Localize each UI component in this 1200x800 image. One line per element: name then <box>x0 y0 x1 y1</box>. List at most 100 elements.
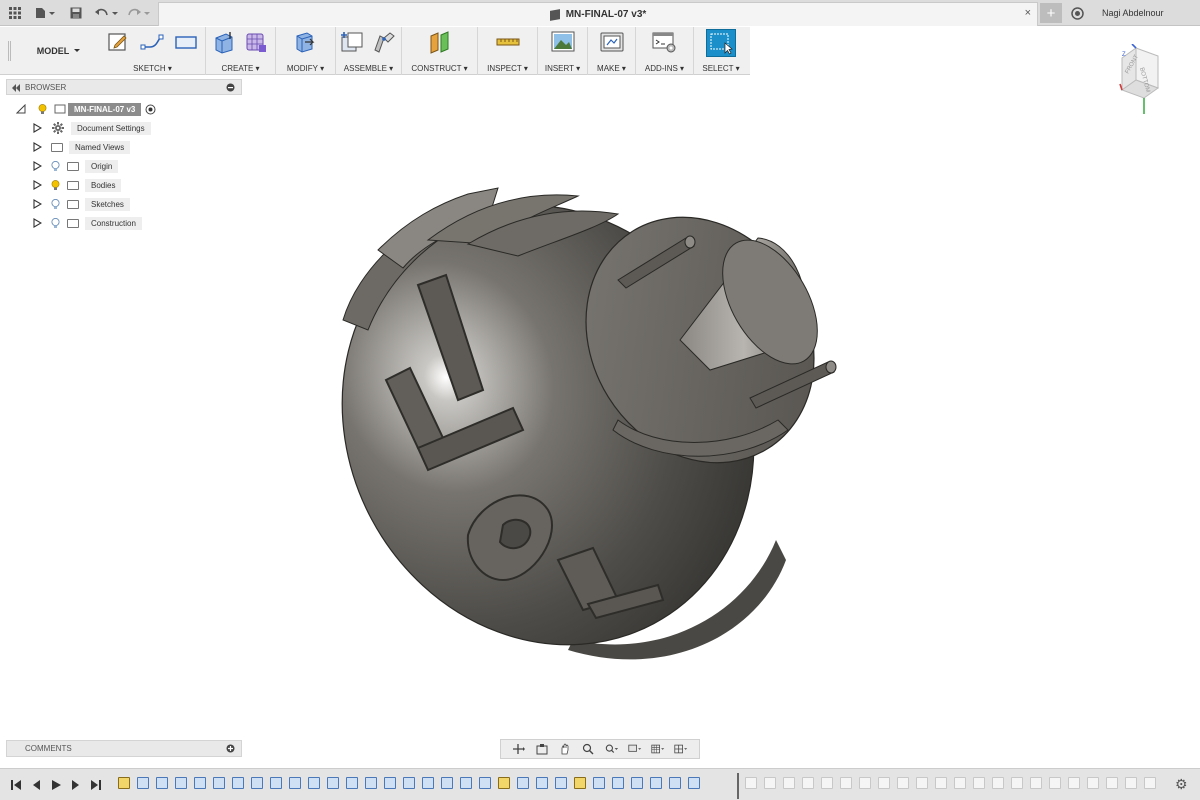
timeline-feature-suppressed[interactable] <box>1106 777 1118 789</box>
timeline-feature[interactable] <box>232 777 244 789</box>
browser-item-named-views[interactable]: Named Views <box>33 139 131 155</box>
insert-menu[interactable]: INSERT ▾ <box>538 64 587 73</box>
timeline-feature-suppressed[interactable] <box>1011 777 1023 789</box>
insert-image-icon[interactable] <box>551 30 575 54</box>
offset-plane-icon[interactable] <box>428 30 452 54</box>
timeline-feature-suppressed[interactable] <box>897 777 909 789</box>
line-icon[interactable] <box>140 30 164 54</box>
create-menu[interactable]: CREATE ▾ <box>206 64 275 73</box>
timeline-feature-suppressed[interactable] <box>992 777 1004 789</box>
expand-right-icon[interactable] <box>33 180 42 190</box>
addins-menu[interactable]: ADD-INS ▾ <box>636 64 693 73</box>
timeline-feature[interactable] <box>346 777 358 789</box>
timeline-feature[interactable] <box>574 777 586 789</box>
hidden-bulb-icon[interactable] <box>51 217 60 229</box>
zoom-icon[interactable] <box>581 743 595 755</box>
look-at-icon[interactable] <box>535 743 549 755</box>
timeline-feature-suppressed[interactable] <box>954 777 966 789</box>
timeline-feature[interactable] <box>327 777 339 789</box>
expand-right-icon[interactable] <box>33 218 42 228</box>
pan-icon[interactable] <box>558 743 572 755</box>
timeline-feature[interactable] <box>612 777 624 789</box>
timeline-feature[interactable] <box>137 777 149 789</box>
press-pull-icon[interactable] <box>292 30 316 54</box>
timeline-feature-suppressed[interactable] <box>916 777 928 789</box>
modify-menu[interactable]: MODIFY ▾ <box>276 64 335 73</box>
construct-menu[interactable]: CONSTRUCT ▾ <box>402 64 477 73</box>
add-comment-icon[interactable] <box>226 744 235 753</box>
visibility-bulb-icon[interactable] <box>38 103 47 115</box>
timeline-feature[interactable] <box>175 777 187 789</box>
browser-panel-header[interactable]: BROWSER <box>6 79 242 95</box>
timeline-previous-icon[interactable] <box>30 779 42 791</box>
timeline-feature-suppressed[interactable] <box>1125 777 1137 789</box>
expand-down-icon[interactable] <box>16 104 26 114</box>
viewcube[interactable]: FRONT BOTTOM Z <box>1118 43 1170 116</box>
select-icon[interactable] <box>706 29 736 57</box>
timeline-feature[interactable] <box>213 777 225 789</box>
sketch-menu[interactable]: SKETCH ▾ <box>100 64 205 73</box>
browser-item-origin[interactable]: Origin <box>33 158 119 174</box>
new-component-icon[interactable] <box>340 30 364 54</box>
timeline-feature-suppressed[interactable] <box>1068 777 1080 789</box>
document-tab[interactable]: MN-FINAL-07 v3* × <box>158 2 1038 26</box>
timeline-feature[interactable] <box>555 777 567 789</box>
timeline-feature-suppressed[interactable] <box>935 777 947 789</box>
save-icon[interactable] <box>68 0 84 26</box>
expand-right-icon[interactable] <box>33 199 42 209</box>
timeline-feature-suppressed[interactable] <box>1049 777 1061 789</box>
timeline-feature[interactable] <box>365 777 377 789</box>
orbit-icon[interactable] <box>512 743 526 755</box>
timeline-feature-suppressed[interactable] <box>840 777 852 789</box>
browser-item-sketches[interactable]: Sketches <box>33 196 130 212</box>
hidden-bulb-icon[interactable] <box>51 160 60 172</box>
browser-root-node[interactable]: MN-FINAL-07 v3 <box>16 101 156 117</box>
inspect-menu[interactable]: INSPECT ▾ <box>478 64 537 73</box>
rectangle-icon[interactable] <box>174 30 198 54</box>
extrude-icon[interactable] <box>212 30 236 54</box>
timeline-feature[interactable] <box>308 777 320 789</box>
measure-icon[interactable] <box>496 30 520 54</box>
timeline-feature[interactable] <box>517 777 529 789</box>
timeline-feature[interactable] <box>593 777 605 789</box>
timeline-feature-suppressed[interactable] <box>1087 777 1099 789</box>
viewports-icon[interactable] <box>674 743 688 755</box>
timeline-feature[interactable] <box>688 777 700 789</box>
timeline-settings-icon[interactable]: ⚙ <box>1175 776 1188 793</box>
timeline-feature[interactable] <box>118 777 130 789</box>
timeline-feature[interactable] <box>270 777 282 789</box>
browser-item-bodies[interactable]: Bodies <box>33 177 122 193</box>
timeline-first-icon[interactable] <box>10 779 22 791</box>
timeline-feature-suppressed[interactable] <box>1030 777 1042 789</box>
timeline-play-icon[interactable] <box>50 779 62 791</box>
timeline-feature[interactable] <box>498 777 510 789</box>
toolbar-grip[interactable] <box>8 41 11 61</box>
timeline-feature-suppressed[interactable] <box>821 777 833 789</box>
sketch-create-icon[interactable] <box>106 30 130 54</box>
timeline-feature-suppressed[interactable] <box>1144 777 1156 789</box>
timeline-feature-suppressed[interactable] <box>764 777 776 789</box>
user-account[interactable]: Nagi Abdelnour <box>1102 8 1164 18</box>
grid-menu-icon[interactable] <box>6 0 24 26</box>
timeline-feature[interactable] <box>631 777 643 789</box>
timeline-feature[interactable] <box>536 777 548 789</box>
expand-right-icon[interactable] <box>33 161 42 171</box>
hidden-bulb-icon[interactable] <box>51 198 60 210</box>
viewport-3d-model[interactable] <box>318 180 848 660</box>
file-menu-icon[interactable] <box>32 0 58 26</box>
timeline-last-icon[interactable] <box>90 779 102 791</box>
timeline-marker[interactable] <box>737 773 739 799</box>
timeline-feature[interactable] <box>669 777 681 789</box>
form-icon[interactable] <box>244 30 268 54</box>
display-settings-icon[interactable] <box>628 743 642 755</box>
joint-icon[interactable] <box>372 30 396 54</box>
timeline-feature[interactable] <box>384 777 396 789</box>
timeline-feature[interactable] <box>441 777 453 789</box>
browser-item-construction[interactable]: Construction <box>33 215 142 231</box>
timeline-feature[interactable] <box>460 777 472 789</box>
timeline-feature[interactable] <box>403 777 415 789</box>
redo-icon[interactable] <box>125 0 153 26</box>
comments-panel[interactable]: COMMENTS <box>6 740 242 757</box>
timeline-feature-suppressed[interactable] <box>802 777 814 789</box>
timeline-feature[interactable] <box>251 777 263 789</box>
